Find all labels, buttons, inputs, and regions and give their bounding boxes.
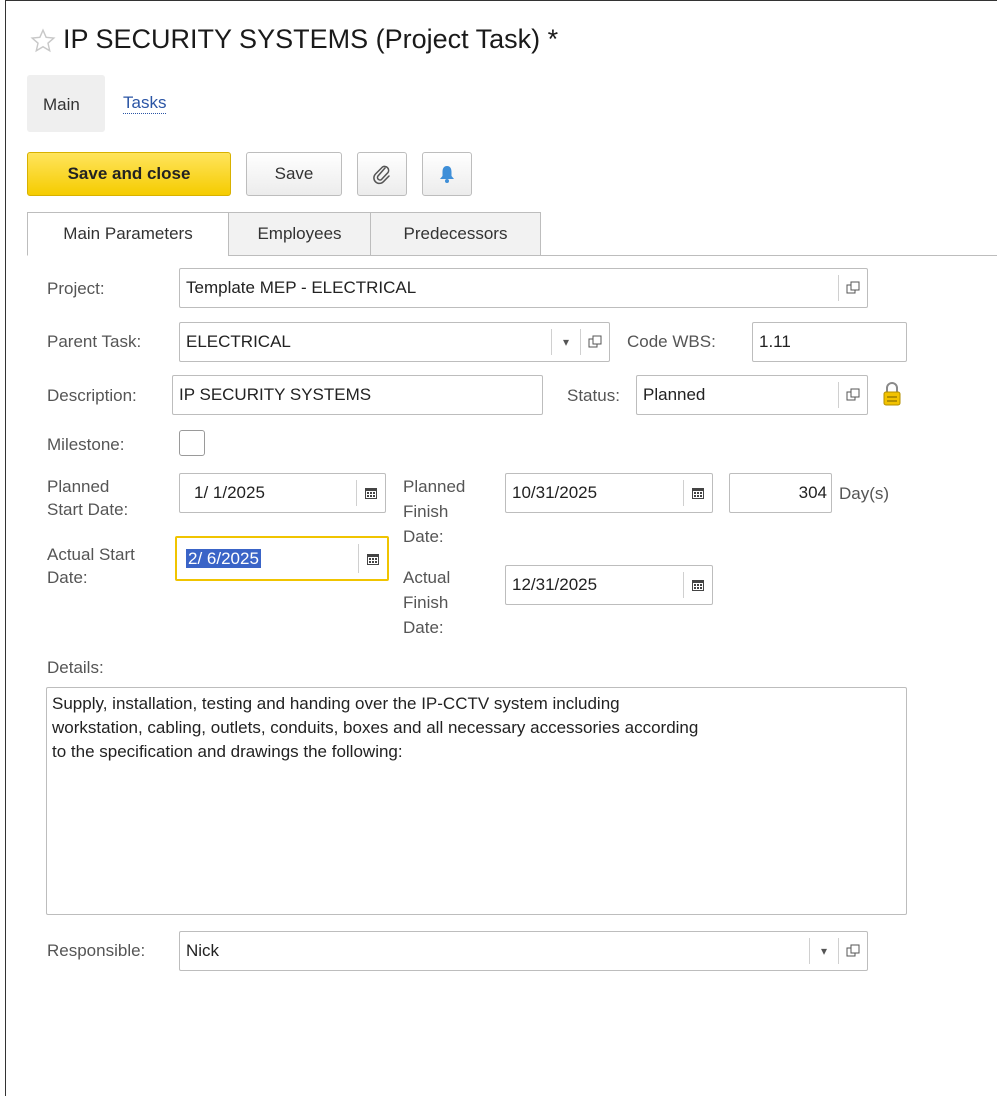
attach-button[interactable] xyxy=(357,152,407,196)
project-field[interactable]: Template MEP - ELECTRICAL xyxy=(179,268,868,308)
paperclip-icon xyxy=(373,165,390,185)
open-icon[interactable] xyxy=(839,932,867,970)
nav-tab-tasks[interactable]: Tasks xyxy=(123,93,167,114)
planned-start-value: 1/ 1/2025 xyxy=(194,483,265,502)
star-icon[interactable] xyxy=(30,28,56,54)
duration-unit: Day(s) xyxy=(839,484,890,503)
responsible-field[interactable]: Nick ▾ xyxy=(179,931,868,971)
planned-start-label-1: Planned xyxy=(47,477,110,496)
status-field[interactable]: Planned xyxy=(636,375,868,415)
planned-finish-label-3: Date: xyxy=(403,527,444,546)
status-value: Planned xyxy=(643,385,706,404)
actual-finish-field[interactable]: 12/31/2025 xyxy=(505,565,713,605)
code-wbs-label: Code WBS: xyxy=(627,332,716,351)
notification-button[interactable] xyxy=(422,152,472,196)
calendar-icon[interactable] xyxy=(357,474,385,512)
tab-main-parameters[interactable]: Main Parameters xyxy=(27,212,229,256)
planned-finish-label-1: Planned xyxy=(403,477,466,496)
planned-finish-field[interactable]: 10/31/2025 xyxy=(505,473,713,513)
code-wbs-field[interactable]: 1.11 xyxy=(752,322,907,362)
parent-task-value: ELECTRICAL xyxy=(186,332,291,351)
details-line: Supply, installation, testing and handin… xyxy=(52,694,620,713)
actual-start-label-2: Date: xyxy=(47,568,88,587)
save-button[interactable]: Save xyxy=(246,152,342,196)
duration-value: 304 xyxy=(798,483,827,502)
duration-field[interactable]: 304 xyxy=(729,473,832,513)
details-line: workstation, cabling, outlets, conduits,… xyxy=(52,718,699,737)
planned-start-label-2: Start Date: xyxy=(47,500,129,519)
project-label: Project: xyxy=(47,279,105,298)
parent-task-label: Parent Task: xyxy=(47,332,142,351)
project-value: Template MEP - ELECTRICAL xyxy=(186,278,417,297)
open-icon[interactable] xyxy=(839,269,867,307)
planned-finish-value: 10/31/2025 xyxy=(512,483,598,502)
actual-finish-label-2: Finish xyxy=(403,593,449,612)
actual-start-label-1: Actual Start xyxy=(47,545,135,564)
description-value: IP SECURITY SYSTEMS xyxy=(179,385,372,404)
status-label: Status: xyxy=(567,386,620,405)
details-textarea[interactable]: Supply, installation, testing and handin… xyxy=(46,687,907,915)
nav-tab-main[interactable]: Main xyxy=(27,75,105,132)
bell-icon xyxy=(440,166,454,183)
responsible-value: Nick xyxy=(186,941,220,960)
milestone-checkbox[interactable] xyxy=(179,430,205,456)
calendar-icon[interactable] xyxy=(359,538,387,579)
dropdown-icon[interactable]: ▾ xyxy=(552,323,580,361)
responsible-label: Responsible: xyxy=(47,941,146,960)
planned-finish-label-2: Finish xyxy=(403,502,449,521)
code-wbs-value: 1.11 xyxy=(759,332,791,351)
open-icon[interactable] xyxy=(581,323,609,361)
details-line: to the specification and drawings the fo… xyxy=(52,742,403,761)
save-label: Save xyxy=(274,164,314,183)
actual-finish-label-3: Date: xyxy=(403,618,444,637)
actual-finish-label-1: Actual xyxy=(403,568,451,587)
lock-icon[interactable] xyxy=(881,381,903,407)
description-field[interactable]: IP SECURITY SYSTEMS xyxy=(172,375,543,415)
planned-start-field[interactable]: 1/ 1/2025 xyxy=(179,473,386,513)
open-icon[interactable] xyxy=(839,376,867,414)
parent-task-field[interactable]: ELECTRICAL ▾ xyxy=(179,322,610,362)
details-label: Details: xyxy=(47,658,104,677)
tab-predecessors[interactable]: Predecessors xyxy=(370,212,541,256)
dropdown-icon[interactable]: ▾ xyxy=(810,932,838,970)
nav-tab-main-label: Main xyxy=(43,95,80,114)
calendar-icon[interactable] xyxy=(684,474,712,512)
actual-start-field[interactable]: 2/ 6/2025 xyxy=(175,536,389,581)
tab-employees[interactable]: Employees xyxy=(228,212,371,256)
description-label: Description: xyxy=(47,386,137,405)
actual-finish-value: 12/31/2025 xyxy=(512,575,598,594)
milestone-label: Milestone: xyxy=(47,435,125,454)
calendar-icon[interactable] xyxy=(684,566,712,604)
save-and-close-button[interactable]: Save and close xyxy=(27,152,231,196)
page-title: IP SECURITY SYSTEMS (Project Task) * xyxy=(63,24,559,54)
save-and-close-label: Save and close xyxy=(67,164,191,183)
actual-start-value: 2/ 6/2025 xyxy=(186,548,261,568)
